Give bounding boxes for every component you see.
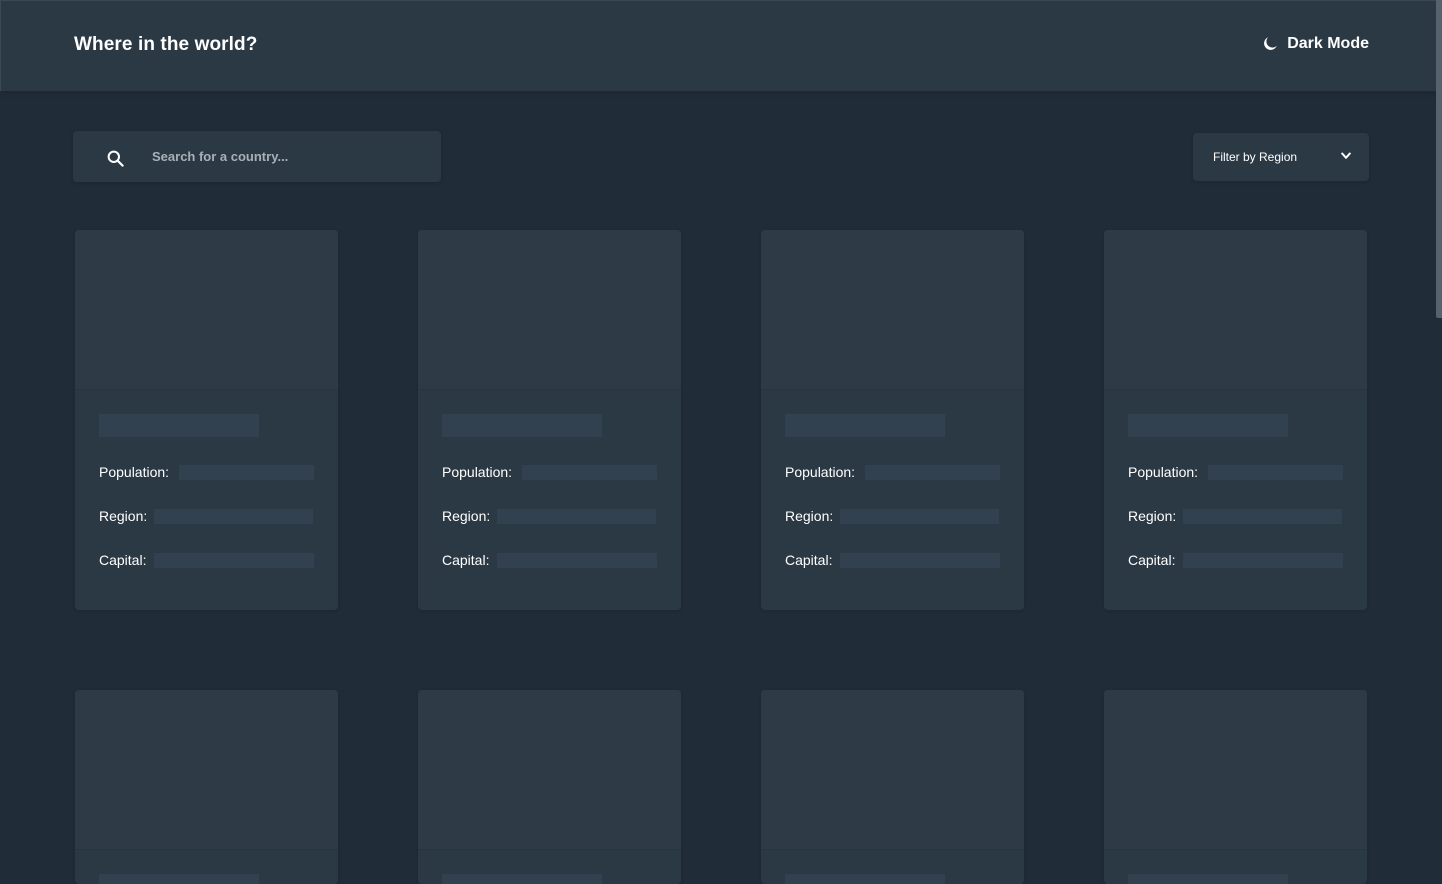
- country-card[interactable]: Population: Region: Capital:: [761, 230, 1024, 610]
- flag-placeholder: [418, 690, 681, 850]
- capital-value-placeholder: [154, 553, 314, 568]
- app-header: Where in the world? Dark Mode: [0, 0, 1442, 91]
- flag-placeholder: [418, 230, 681, 390]
- country-card[interactable]: Population: Region: Capital:: [1104, 230, 1367, 610]
- capital-value-placeholder: [497, 553, 657, 568]
- flag-placeholder: [761, 230, 1024, 390]
- population-label: Population:: [442, 464, 513, 480]
- moon-icon: [1264, 37, 1278, 50]
- country-card[interactable]: [761, 690, 1024, 884]
- flag-placeholder: [1104, 230, 1367, 390]
- country-card[interactable]: [75, 690, 338, 884]
- country-card[interactable]: [1104, 690, 1367, 884]
- flag-placeholder: [75, 230, 338, 390]
- country-name-placeholder: [99, 414, 259, 437]
- region-label: Region:: [99, 508, 148, 524]
- population-value-placeholder: [179, 465, 314, 480]
- capital-label: Capital:: [99, 552, 147, 568]
- country-card[interactable]: Population: Region: Capital:: [75, 230, 338, 610]
- search-input[interactable]: [150, 131, 430, 182]
- population-value-placeholder: [522, 465, 657, 480]
- country-name-placeholder: [442, 414, 602, 437]
- region-label: Region:: [1128, 508, 1177, 524]
- region-filter-label: Filter by Region: [1213, 150, 1298, 164]
- region-filter-dropdown[interactable]: Filter by Region: [1193, 133, 1369, 181]
- country-name-placeholder: [1128, 414, 1288, 437]
- region-value-placeholder: [1183, 509, 1342, 524]
- capital-label: Capital:: [1128, 552, 1176, 568]
- capital-value-placeholder: [1183, 553, 1343, 568]
- flag-placeholder: [761, 690, 1024, 850]
- population-value-placeholder: [865, 465, 1000, 480]
- capital-value-placeholder: [840, 553, 1000, 568]
- region-label: Region:: [785, 508, 834, 524]
- country-name-placeholder: [785, 414, 945, 437]
- country-name-placeholder: [99, 874, 259, 884]
- population-value-placeholder: [1208, 465, 1343, 480]
- dark-mode-label: Dark Mode: [1287, 35, 1369, 52]
- country-card[interactable]: [418, 690, 681, 884]
- dark-mode-toggle[interactable]: Dark Mode: [1262, 35, 1369, 53]
- flag-placeholder: [75, 690, 338, 850]
- population-label: Population:: [1128, 464, 1199, 480]
- population-label: Population:: [785, 464, 856, 480]
- capital-label: Capital:: [785, 552, 833, 568]
- region-value-placeholder: [840, 509, 999, 524]
- scrollbar-thumb[interactable]: [1436, 0, 1442, 318]
- chevron-down-icon: [1341, 152, 1351, 159]
- search-icon: [107, 150, 124, 167]
- country-name-placeholder: [785, 874, 945, 884]
- region-value-placeholder: [497, 509, 656, 524]
- region-value-placeholder: [154, 509, 313, 524]
- population-label: Population:: [99, 464, 170, 480]
- capital-label: Capital:: [442, 552, 490, 568]
- country-name-placeholder: [1128, 874, 1288, 884]
- region-label: Region:: [442, 508, 491, 524]
- search-box[interactable]: [73, 131, 441, 182]
- app-title: Where in the world?: [74, 34, 258, 55]
- country-card[interactable]: Population: Region: Capital:: [418, 230, 681, 610]
- flag-placeholder: [1104, 690, 1367, 850]
- country-name-placeholder: [442, 874, 602, 884]
